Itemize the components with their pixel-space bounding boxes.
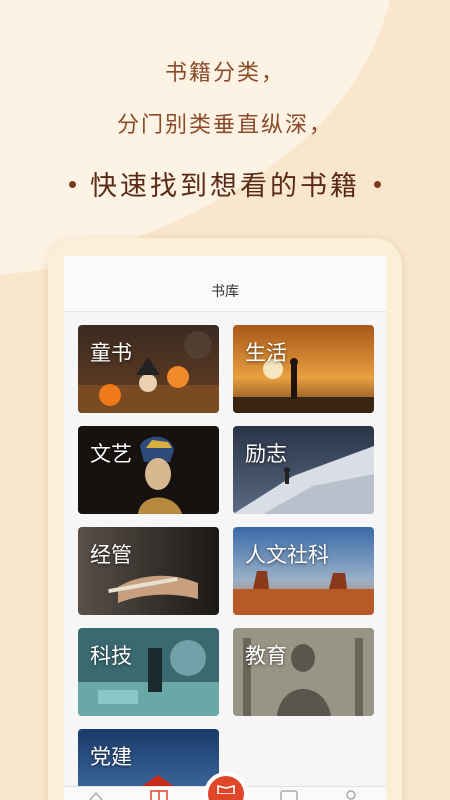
category-card-arts[interactable]: 文艺 <box>78 426 219 514</box>
bullet-dot-left <box>69 181 76 188</box>
center-action-icon <box>208 776 244 800</box>
category-label: 经管 <box>90 543 132 567</box>
app-screen: 书库 童书 生活 文艺 励志 经管 人文社科 科技 教育 党建 <box>64 256 386 800</box>
category-card-business[interactable]: 经管 <box>78 527 219 615</box>
category-label: 文艺 <box>90 442 132 466</box>
page-title: 书库 <box>211 284 239 300</box>
promo-line-2: 分门别类垂直纵深， <box>116 113 333 138</box>
category-card-technology[interactable]: 科技 <box>78 628 219 716</box>
category-label: 教育 <box>245 644 287 668</box>
promo-line-1: 书籍分类， <box>164 61 285 86</box>
category-label: 励志 <box>245 442 287 466</box>
profile-icon[interactable] <box>344 790 358 800</box>
bullet-dot-right <box>374 181 381 188</box>
category-card-life[interactable]: 生活 <box>233 325 374 413</box>
promo-text: 书籍分类， 分门别类垂直纵深， 快速找到想看的书籍 <box>0 52 450 212</box>
promo-headline: 快速找到想看的书籍 <box>0 162 450 212</box>
category-label: 党建 <box>90 745 132 769</box>
category-card-humanities[interactable]: 人文社科 <box>233 527 374 615</box>
category-card-childrens[interactable]: 童书 <box>78 325 219 413</box>
library-icon[interactable] <box>150 790 168 800</box>
category-card-motivation[interactable]: 励志 <box>233 426 374 514</box>
category-label: 生活 <box>245 341 287 365</box>
home-icon[interactable] <box>88 790 104 800</box>
category-label: 人文社科 <box>245 543 329 567</box>
promo-line-3: 快速找到想看的书籍 <box>90 171 360 202</box>
category-label: 科技 <box>90 644 132 668</box>
category-label: 童书 <box>90 341 132 365</box>
book-icon <box>217 784 235 794</box>
app-header: 书库 <box>64 256 386 312</box>
category-card-education[interactable]: 教育 <box>233 628 374 716</box>
message-icon[interactable] <box>280 790 298 800</box>
